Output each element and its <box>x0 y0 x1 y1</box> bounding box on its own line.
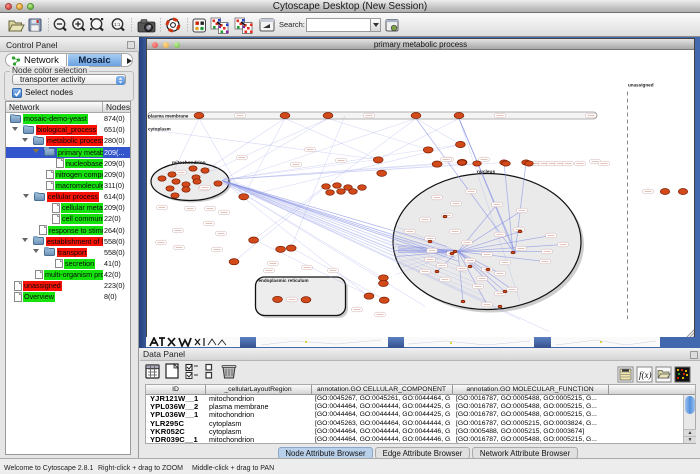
svg-text:cytoplasm: cytoplasm <box>148 127 171 132</box>
svg-text:f(x): f(x) <box>639 370 652 380</box>
svg-text:unassigned: unassigned <box>628 83 654 88</box>
svg-text:plasma membrane: plasma membrane <box>148 114 189 119</box>
svg-text:1:1: 1:1 <box>114 22 121 27</box>
svg-text:endoplasmic reticulum: endoplasmic reticulum <box>259 278 309 283</box>
svg-text:mitochondrion: mitochondrion <box>172 160 206 166</box>
svg-text:nucleus: nucleus <box>477 169 495 175</box>
